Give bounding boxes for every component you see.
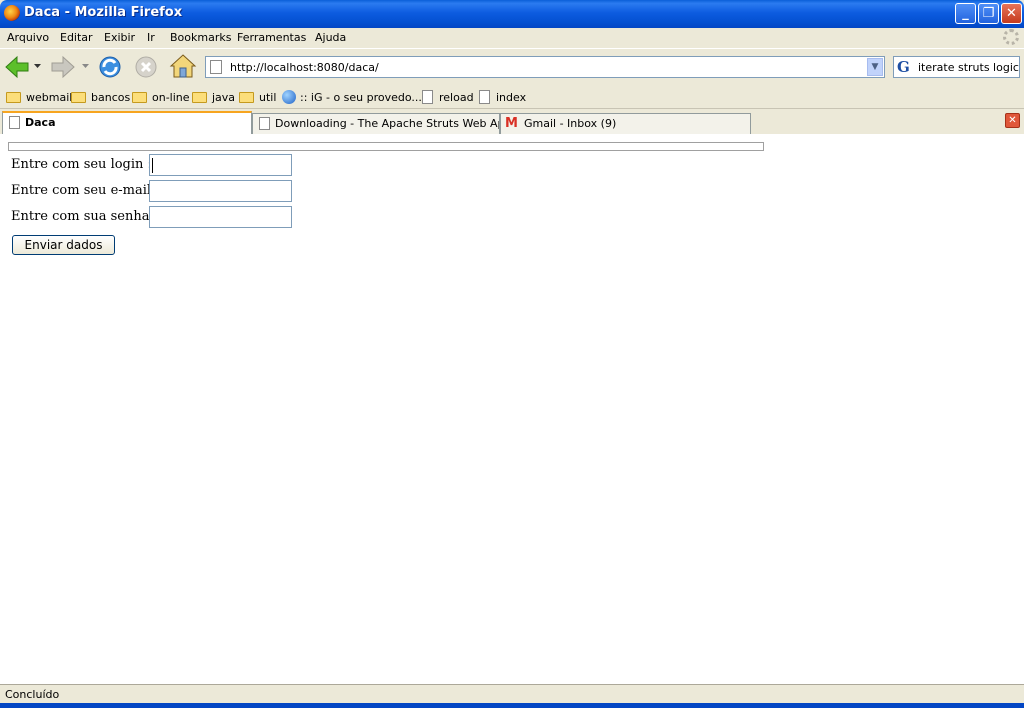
url-bar[interactable]: http://localhost:8080/daca/ ▼ <box>205 56 885 78</box>
tab-downloading-struts[interactable]: Downloading - The Apache Struts Web Appl… <box>252 113 500 134</box>
url-dropdown-button[interactable]: ▼ <box>867 58 883 76</box>
page-icon <box>9 116 20 129</box>
bookmark-java[interactable]: java <box>212 91 235 104</box>
forward-arrow-icon[interactable] <box>50 55 76 79</box>
tab-label: Daca <box>25 116 56 129</box>
forward-dropdown-icon[interactable] <box>82 64 90 70</box>
menu-exibir[interactable]: Exibir <box>104 31 135 44</box>
page-icon <box>479 90 490 104</box>
bookmark-util[interactable]: util <box>259 91 276 104</box>
menu-ferramentas[interactable]: Ferramentas <box>237 31 306 44</box>
home-icon[interactable] <box>169 53 197 79</box>
close-tab-button[interactable]: ✕ <box>1005 113 1020 128</box>
stop-icon[interactable] <box>133 54 159 80</box>
folder-icon <box>239 92 254 103</box>
firefox-logo-icon <box>4 5 20 21</box>
title-bar[interactable]: Daca - Mozilla Firefox _ ❐ ✕ <box>0 0 1024 28</box>
page-icon <box>259 117 270 130</box>
globe-icon <box>282 90 296 104</box>
menu-ajuda[interactable]: Ajuda <box>315 31 346 44</box>
gmail-icon: M <box>505 116 518 131</box>
horizontal-rule <box>8 142 764 151</box>
folder-icon <box>71 92 86 103</box>
bookmark-on-line[interactable]: on-line <box>152 91 190 104</box>
tab-daca[interactable]: Daca <box>2 111 252 134</box>
bookmarks-toolbar: webmail bancos on-line java util :: iG -… <box>0 86 1024 109</box>
tab-gmail-inbox[interactable]: M Gmail - Inbox (9) <box>500 113 751 134</box>
submit-button[interactable]: Enviar dados <box>12 235 115 255</box>
close-window-button[interactable]: ✕ <box>1001 3 1022 24</box>
menu-bookmarks[interactable]: Bookmarks <box>170 31 231 44</box>
status-bar: Concluído <box>0 684 1024 703</box>
bookmark-ig[interactable]: :: iG - o seu provedo... <box>300 91 422 104</box>
bookmark-webmail[interactable]: webmail <box>26 91 72 104</box>
window-title: Daca - Mozilla Firefox <box>24 5 183 20</box>
folder-icon <box>192 92 207 103</box>
search-bar[interactable]: G iterate struts logic <box>893 56 1020 78</box>
reload-icon[interactable] <box>97 54 123 80</box>
throbber-icon <box>1003 29 1019 45</box>
folder-icon <box>132 92 147 103</box>
restore-button[interactable]: ❐ <box>978 3 999 24</box>
login-label: Entre com seu login : <box>11 157 152 172</box>
navigation-toolbar: http://localhost:8080/daca/ ▼ G iterate … <box>0 48 1024 85</box>
email-input[interactable] <box>149 180 292 202</box>
menu-bar: Arquivo Editar Exibir Ir Bookmarks Ferra… <box>0 28 1024 48</box>
back-arrow-icon[interactable] <box>4 55 30 79</box>
password-input[interactable] <box>149 206 292 228</box>
menu-arquivo[interactable]: Arquivo <box>7 31 49 44</box>
password-label: Entre com sua senha: <box>11 209 154 224</box>
login-input[interactable] <box>149 154 292 176</box>
menu-ir[interactable]: Ir <box>147 31 155 44</box>
minimize-button[interactable]: _ <box>955 3 976 24</box>
bookmark-index[interactable]: index <box>496 91 526 104</box>
text-cursor <box>152 158 153 173</box>
google-search-engine-icon[interactable]: G <box>897 58 910 76</box>
status-text: Concluído <box>5 688 60 701</box>
page-content: Entre com seu login : Entre com seu e-ma… <box>0 134 1024 684</box>
email-label: Entre com seu e-mail : <box>11 183 160 198</box>
folder-icon <box>6 92 21 103</box>
search-input[interactable]: iterate struts logic <box>918 61 1019 74</box>
back-dropdown-icon[interactable] <box>34 64 42 70</box>
page-icon <box>422 90 433 104</box>
page-icon <box>210 60 222 74</box>
bookmark-bancos[interactable]: bancos <box>91 91 130 104</box>
bookmark-reload[interactable]: reload <box>439 91 474 104</box>
menu-editar[interactable]: Editar <box>60 31 93 44</box>
tab-label: Downloading - The Apache Struts Web Appl… <box>275 117 499 130</box>
window-bottom-edge <box>0 703 1024 708</box>
tab-strip: Daca Downloading - The Apache Struts Web… <box>0 110 1024 134</box>
tab-label: Gmail - Inbox (9) <box>524 117 617 130</box>
url-text[interactable]: http://localhost:8080/daca/ <box>230 61 379 74</box>
